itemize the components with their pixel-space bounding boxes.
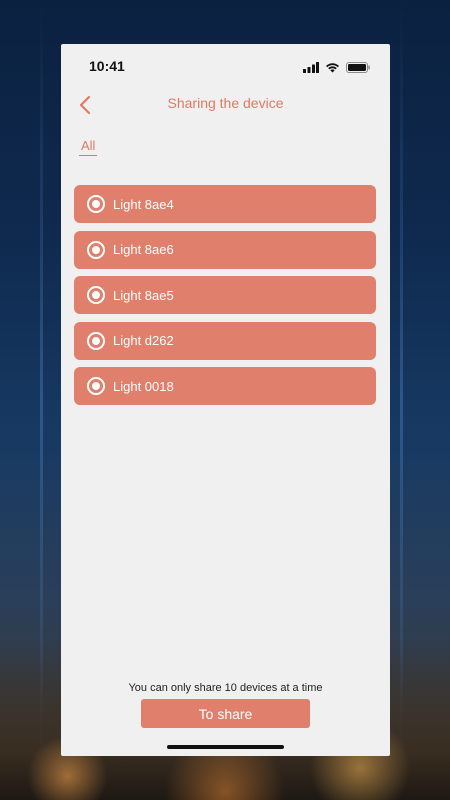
device-label: Light d262 bbox=[113, 333, 174, 348]
nav-header: Sharing the device bbox=[61, 88, 390, 128]
device-label: Light 0018 bbox=[113, 378, 174, 394]
status-bar: 10:41 bbox=[61, 44, 390, 88]
radio-button[interactable] bbox=[87, 377, 105, 395]
device-item-light-8ae4[interactable]: Light 8ae4 bbox=[74, 185, 376, 223]
share-button[interactable]: To share bbox=[141, 699, 310, 728]
signal-icon bbox=[303, 60, 319, 78]
radio-button[interactable] bbox=[87, 240, 105, 259]
radio-dot bbox=[92, 382, 100, 390]
radio-dot bbox=[92, 245, 100, 254]
device-list: Light 8ae4 Light 8ae6 Light 8ae5 Light d… bbox=[74, 185, 376, 413]
status-icons bbox=[303, 60, 370, 78]
home-indicator bbox=[167, 745, 284, 749]
battery-icon bbox=[346, 60, 370, 78]
device-label: Light 8ae5 bbox=[113, 287, 174, 303]
radio-dot bbox=[92, 291, 100, 299]
device-item-light-8ae5[interactable]: Light 8ae5 bbox=[74, 276, 376, 314]
device-label: Light 8ae6 bbox=[113, 242, 174, 257]
radio-dot bbox=[92, 200, 100, 208]
radio-button[interactable] bbox=[87, 331, 105, 350]
share-limit-note: You can only share 10 devices at a time bbox=[128, 682, 323, 694]
status-time: 10:41 bbox=[89, 58, 125, 74]
radio-button[interactable] bbox=[87, 195, 105, 213]
wifi-icon bbox=[325, 60, 340, 78]
device-label: Light 8ae4 bbox=[113, 196, 174, 212]
device-item-light-8ae6[interactable]: Light 8ae6 bbox=[74, 230, 376, 269]
radio-dot bbox=[92, 336, 100, 345]
tab-all[interactable]: All bbox=[79, 138, 98, 156]
device-item-light-0018[interactable]: Light 0018 bbox=[74, 367, 376, 405]
radio-button[interactable] bbox=[87, 286, 105, 304]
device-item-light-d262[interactable]: Light d262 bbox=[74, 321, 376, 360]
page-title: Sharing the device bbox=[167, 95, 284, 111]
phone-screen: 10:41 Sharing the device All Light 8ae4 … bbox=[61, 44, 390, 756]
